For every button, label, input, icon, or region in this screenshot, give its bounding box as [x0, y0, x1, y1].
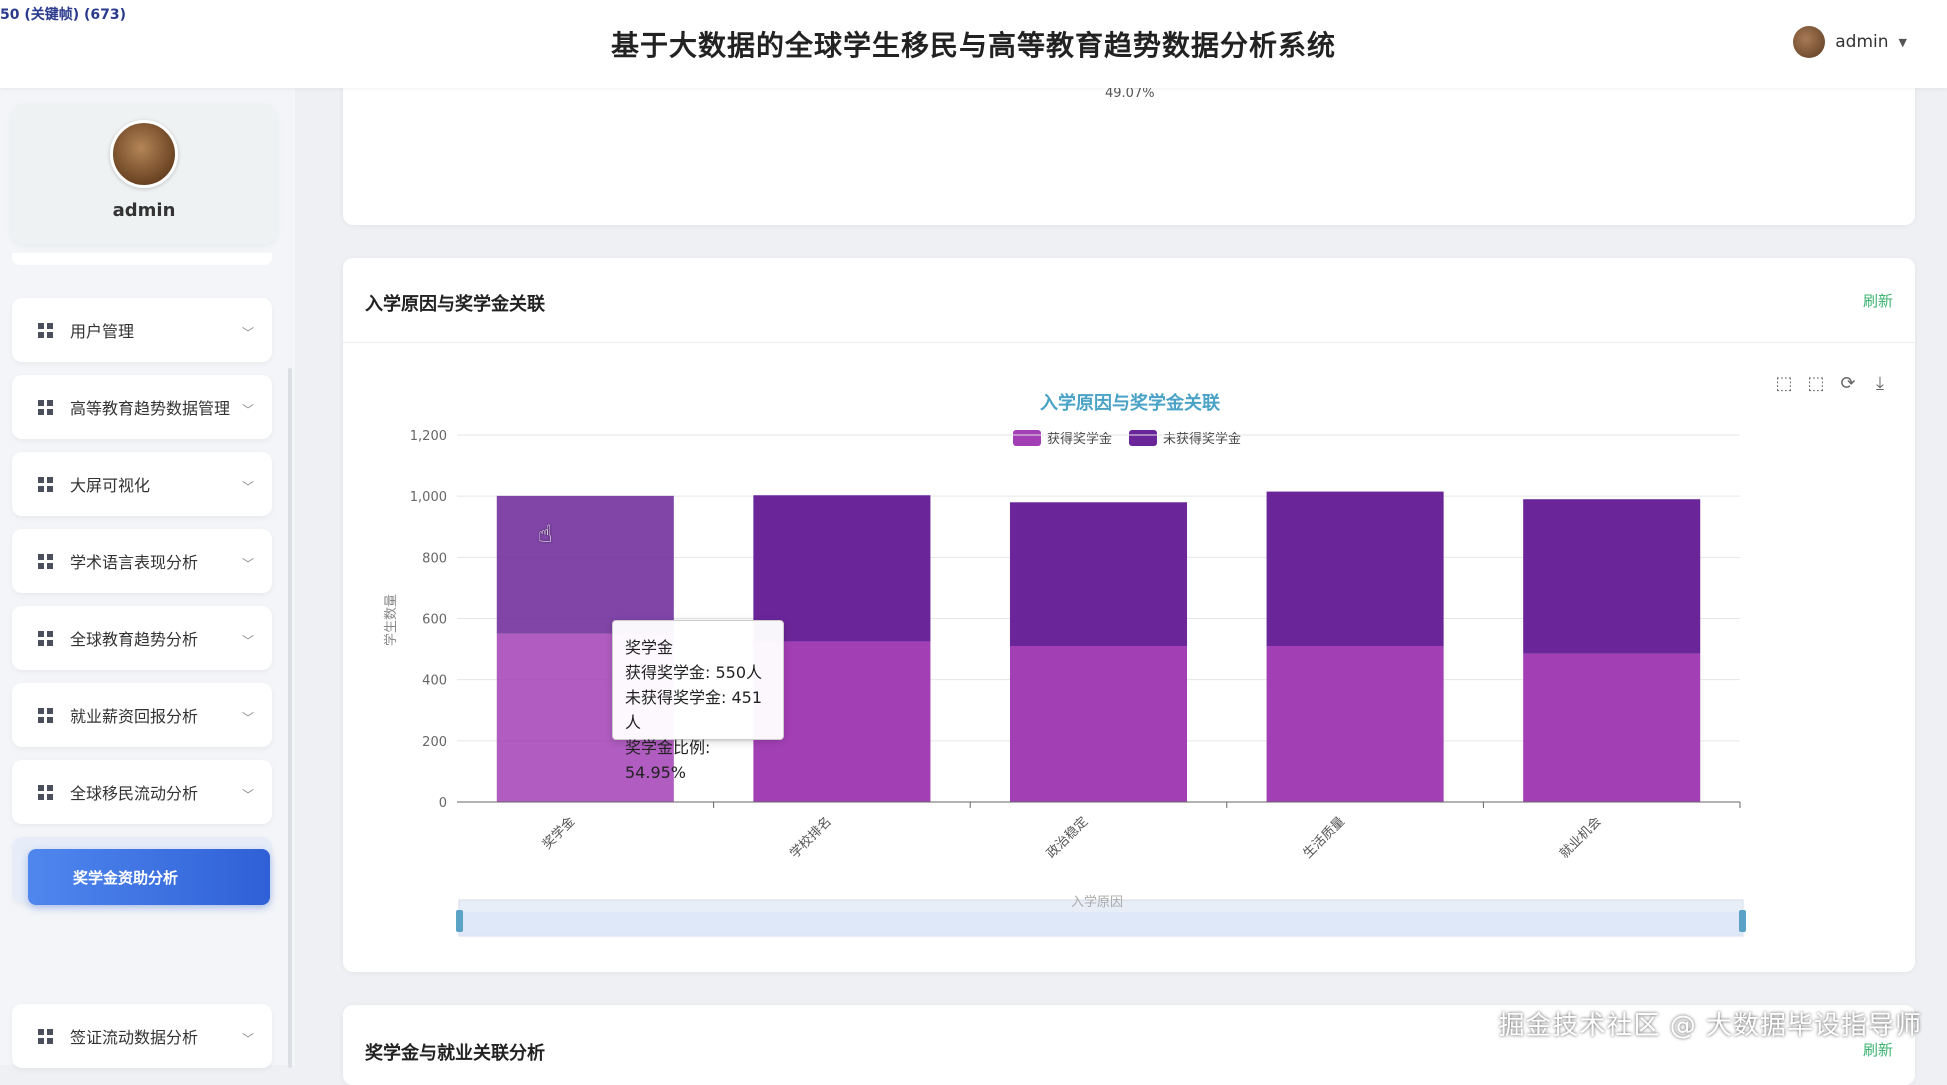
chevron-down-icon: ﹀ — [241, 403, 254, 417]
grid-icon — [38, 631, 53, 646]
user-menu[interactable]: admin ▼ — [1793, 26, 1907, 58]
sidebar-item-label: 全球移民流动分析 — [70, 784, 199, 803]
sidebar-item-label: 大屏可视化 — [70, 476, 151, 495]
download-icon[interactable]: ⤓ — [1870, 374, 1890, 394]
sidebar-item-2[interactable]: 大屏可视化 ﹀ — [12, 452, 272, 516]
avatar[interactable] — [1793, 26, 1826, 58]
chevron-down-icon: ﹀ — [241, 634, 254, 648]
chart-toolbox: ⬚ ⬚ ⟳ ⤓ — [1774, 374, 1890, 394]
top-header: 50 (关键帧) (673) 基于大数据的全球学生移民与高等教育趋势数据分析系统… — [0, 0, 1947, 88]
grid-icon — [38, 477, 53, 492]
sidebar-item-label: 高等教育趋势数据管理 — [70, 399, 231, 418]
profile-avatar — [110, 120, 178, 188]
chevron-down-icon: ﹀ — [241, 326, 254, 340]
grid-icon — [38, 708, 53, 723]
refresh-button[interactable]: 刷新 — [1863, 290, 1893, 311]
bottom-refresh-button[interactable]: 刷新 — [1863, 1039, 1893, 1060]
user-name[interactable]: admin — [1835, 32, 1888, 52]
submenu-label: 奖学金资助分析 — [73, 869, 179, 887]
sidebar-item-8[interactable]: 签证流动数据分析 ﹀ — [12, 1004, 272, 1068]
grid-icon — [38, 554, 53, 569]
grid-icon — [38, 785, 53, 800]
caret-down-icon[interactable]: ▼ — [1899, 36, 1907, 49]
sidebar-item-0[interactable]: 用户管理 ﹀ — [12, 298, 272, 362]
profile-name: admin — [112, 200, 176, 221]
sidebar-item-6[interactable]: 全球移民流动分析 ﹀ — [12, 760, 272, 824]
sidebar-item-5[interactable]: 就业薪资回报分析 ﹀ — [12, 683, 272, 747]
zoom-icon[interactable]: ⬚ — [1774, 374, 1794, 394]
hand-cursor-icon: ☝ — [538, 520, 553, 548]
submenu-scholarship-analysis[interactable]: 奖学金资助分析 — [28, 849, 270, 905]
pie-percent-label: 49.07% — [1105, 86, 1155, 101]
zoom-reset-icon[interactable]: ⬚ — [1806, 374, 1826, 394]
watermark: 掘金技术社区 @ 大数据毕设指导师 — [1498, 1011, 1922, 1041]
sidebar-item-4[interactable]: 全球教育趋势分析 ﹀ — [12, 606, 272, 670]
frame-counter: 50 (关键帧) (673) — [0, 7, 127, 23]
bottom-card-title: 奖学金与就业关联分析 — [365, 1043, 545, 1064]
chevron-down-icon: ﹀ — [241, 557, 254, 571]
restore-icon[interactable]: ⟳ — [1838, 374, 1858, 394]
sidebar-item-label: 签证流动数据分析 — [70, 1028, 199, 1047]
tooltip-line-ratio: 奖学金比例: 54.95% — [625, 738, 711, 782]
sidebar-item-3[interactable]: 学术语言表现分析 ﹀ — [12, 529, 272, 593]
app-title: 基于大数据的全球学生移民与高等教育趋势数据分析系统 — [610, 29, 1336, 62]
chevron-down-icon: ﹀ — [241, 1032, 254, 1046]
chart-tooltip: 奖学金 获得奖学金: 550人 未获得奖学金: 451人 奖学金比例: 54.9… — [612, 620, 784, 782]
chart-card: 入学原因与奖学金关联 刷新 ⬚ ⬚ ⟳ ⤓ — [343, 258, 1915, 972]
grid-icon — [38, 323, 53, 338]
grid-icon — [38, 1029, 53, 1044]
tooltip-category: 奖学金 — [625, 638, 674, 657]
grid-icon — [38, 400, 53, 415]
sidebar-item-label: 就业薪资回报分析 — [70, 707, 199, 726]
chevron-down-icon: ﹀ — [241, 711, 254, 725]
menu-strip — [12, 253, 272, 265]
sidebar-item-label: 学术语言表现分析 — [70, 553, 199, 572]
chevron-down-icon: ﹀ — [241, 788, 254, 802]
profile-card: admin — [12, 104, 276, 244]
sidebar-item-label: 全球教育趋势分析 — [70, 630, 199, 649]
sidebar-item-1[interactable]: 高等教育趋势数据管理 ﹀ — [12, 375, 272, 439]
sidebar-item-label: 用户管理 — [70, 322, 135, 341]
chart-card-title: 入学原因与奖学金关联 — [365, 294, 545, 315]
chevron-down-icon: ﹀ — [241, 480, 254, 494]
card-divider — [343, 342, 1915, 343]
tooltip-line-not-got: 未获得奖学金: 451人 — [625, 688, 763, 732]
tooltip-line-got: 获得奖学金: 550人 — [625, 663, 763, 682]
sidebar-scrollbar[interactable] — [288, 368, 292, 1068]
